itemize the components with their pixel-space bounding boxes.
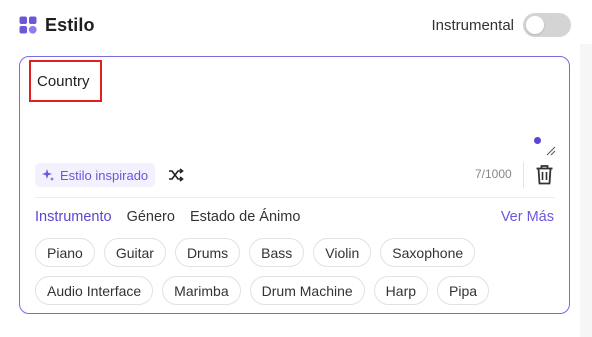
tag-chip[interactable]: Harp (373, 276, 429, 305)
tag-chip[interactable]: Audio Interface (35, 276, 154, 305)
tag-chip[interactable]: Violin (313, 238, 372, 267)
resize-handle-icon[interactable] (546, 146, 556, 156)
sparkle-icon (42, 169, 54, 181)
adjacent-panel-edge (580, 44, 592, 337)
tag-chip[interactable]: Saxophone (380, 238, 476, 267)
inspire-style-button[interactable]: Estilo inspirado (35, 163, 156, 187)
section-title: Estilo (45, 14, 95, 35)
tag-chip-list: Piano Guitar Drums Bass Violin Saxophone… (35, 238, 555, 305)
tag-chip[interactable]: Pipa (437, 276, 490, 305)
instrumental-toggle-group: Instrumental (431, 13, 571, 37)
instrumental-toggle[interactable] (523, 13, 571, 37)
status-dot-icon (534, 137, 541, 144)
tag-chip[interactable]: Piano (35, 238, 95, 267)
style-card: Country Estilo inspirado 7/1000 Instrume… (19, 56, 570, 314)
character-counter: 7/1000 (475, 167, 512, 181)
divider (35, 197, 555, 198)
tab-genero[interactable]: Género (127, 209, 175, 225)
style-input[interactable]: Country (29, 60, 102, 102)
tab-instrumento[interactable]: Instrumento (35, 209, 112, 225)
tag-chip[interactable]: Marimba (162, 276, 241, 305)
style-header: Estilo Instrumental (19, 11, 571, 39)
trash-icon[interactable] (535, 164, 554, 185)
tag-chip[interactable]: Bass (249, 238, 305, 267)
inspire-style-label: Estilo inspirado (60, 167, 149, 183)
instrumental-label: Instrumental (431, 16, 514, 34)
style-input-value: Country (37, 72, 90, 90)
grid-shapes-icon (19, 16, 37, 34)
category-tabs: Instrumento Género Estado de Ánimo (35, 209, 300, 225)
tag-chip[interactable]: Guitar (103, 238, 166, 267)
toggle-knob (526, 16, 544, 34)
tag-chip[interactable]: Drums (174, 238, 241, 267)
tab-estado-de-animo[interactable]: Estado de Ánimo (190, 209, 300, 225)
see-more-link[interactable]: Ver Más (501, 209, 554, 225)
divider (523, 162, 524, 188)
title-group: Estilo (19, 15, 95, 36)
tag-chip[interactable]: Drum Machine (249, 276, 365, 305)
shuffle-icon[interactable] (168, 167, 184, 183)
